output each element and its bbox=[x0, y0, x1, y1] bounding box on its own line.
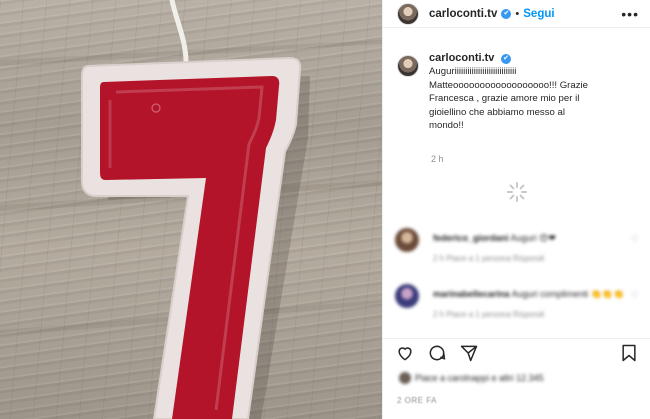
follow-button[interactable]: Segui bbox=[523, 8, 554, 20]
post-caption: carloconti.tv ✔ Auguriiiiiiiiiiiiiiiiiii… bbox=[397, 52, 643, 132]
post-header: carloconti.tv ✔ • Segui ••• bbox=[383, 0, 650, 28]
caption-avatar[interactable] bbox=[397, 55, 419, 77]
comment-username[interactable]: federico_giordani bbox=[433, 233, 509, 243]
author-avatar[interactable] bbox=[397, 2, 419, 25]
comment-username[interactable]: marinabellecarina bbox=[433, 289, 510, 299]
post-photo bbox=[0, 0, 382, 419]
comment-like-icon[interactable]: ♡ bbox=[631, 234, 639, 245]
caption-text: Auguriiiiiiiiiiiiiiiiiiiiiiiiiiiii Matte… bbox=[429, 66, 588, 132]
caption-username[interactable]: carloconti.tv bbox=[429, 52, 494, 64]
comment-icon[interactable] bbox=[427, 343, 447, 363]
comment-avatar[interactable] bbox=[395, 228, 419, 252]
verified-badge-icon: ✔ bbox=[501, 8, 512, 19]
likes-text: Piace a carolnappi e altri 12.345 bbox=[415, 373, 544, 383]
comment-text: Auguri complimenti 👏👏👏 bbox=[511, 289, 625, 299]
candle-seven-image bbox=[0, 0, 382, 419]
comment-avatar[interactable] bbox=[395, 284, 419, 308]
comment-meta[interactable]: 2 h Piace a 1 persona Rispondi bbox=[433, 254, 544, 263]
author-username[interactable]: carloconti.tv bbox=[429, 8, 497, 20]
comment-item: federico_giordani Auguri 😍❤ 2 h Piace a … bbox=[395, 228, 643, 270]
header-separator: • bbox=[515, 7, 520, 20]
action-bar bbox=[383, 338, 650, 368]
comment-like-icon[interactable]: ♡ bbox=[631, 290, 639, 301]
likes-summary[interactable]: Piace a carolnappi e altri 12.345 bbox=[399, 372, 544, 386]
heart-icon[interactable] bbox=[395, 343, 415, 363]
loading-spinner-icon bbox=[507, 182, 527, 202]
more-options-icon[interactable]: ••• bbox=[621, 6, 639, 22]
comment-item: marinabellecarina Auguri complimenti 👏👏👏… bbox=[395, 284, 643, 326]
comment-meta[interactable]: 2 h Piace a 1 persona Rispondi bbox=[433, 310, 544, 319]
caption-verified-badge-icon: ✔ bbox=[501, 54, 512, 64]
bookmark-icon[interactable] bbox=[619, 343, 639, 363]
post-side-panel: carloconti.tv ✔ • Segui ••• carloconti.t… bbox=[382, 0, 650, 419]
share-icon[interactable] bbox=[459, 343, 479, 363]
post-date: 2 ORE FA bbox=[397, 396, 438, 405]
liker-avatar bbox=[399, 372, 411, 384]
caption-timestamp: 2 h bbox=[431, 154, 444, 164]
comment-text: Auguri 😍❤ bbox=[510, 233, 556, 243]
